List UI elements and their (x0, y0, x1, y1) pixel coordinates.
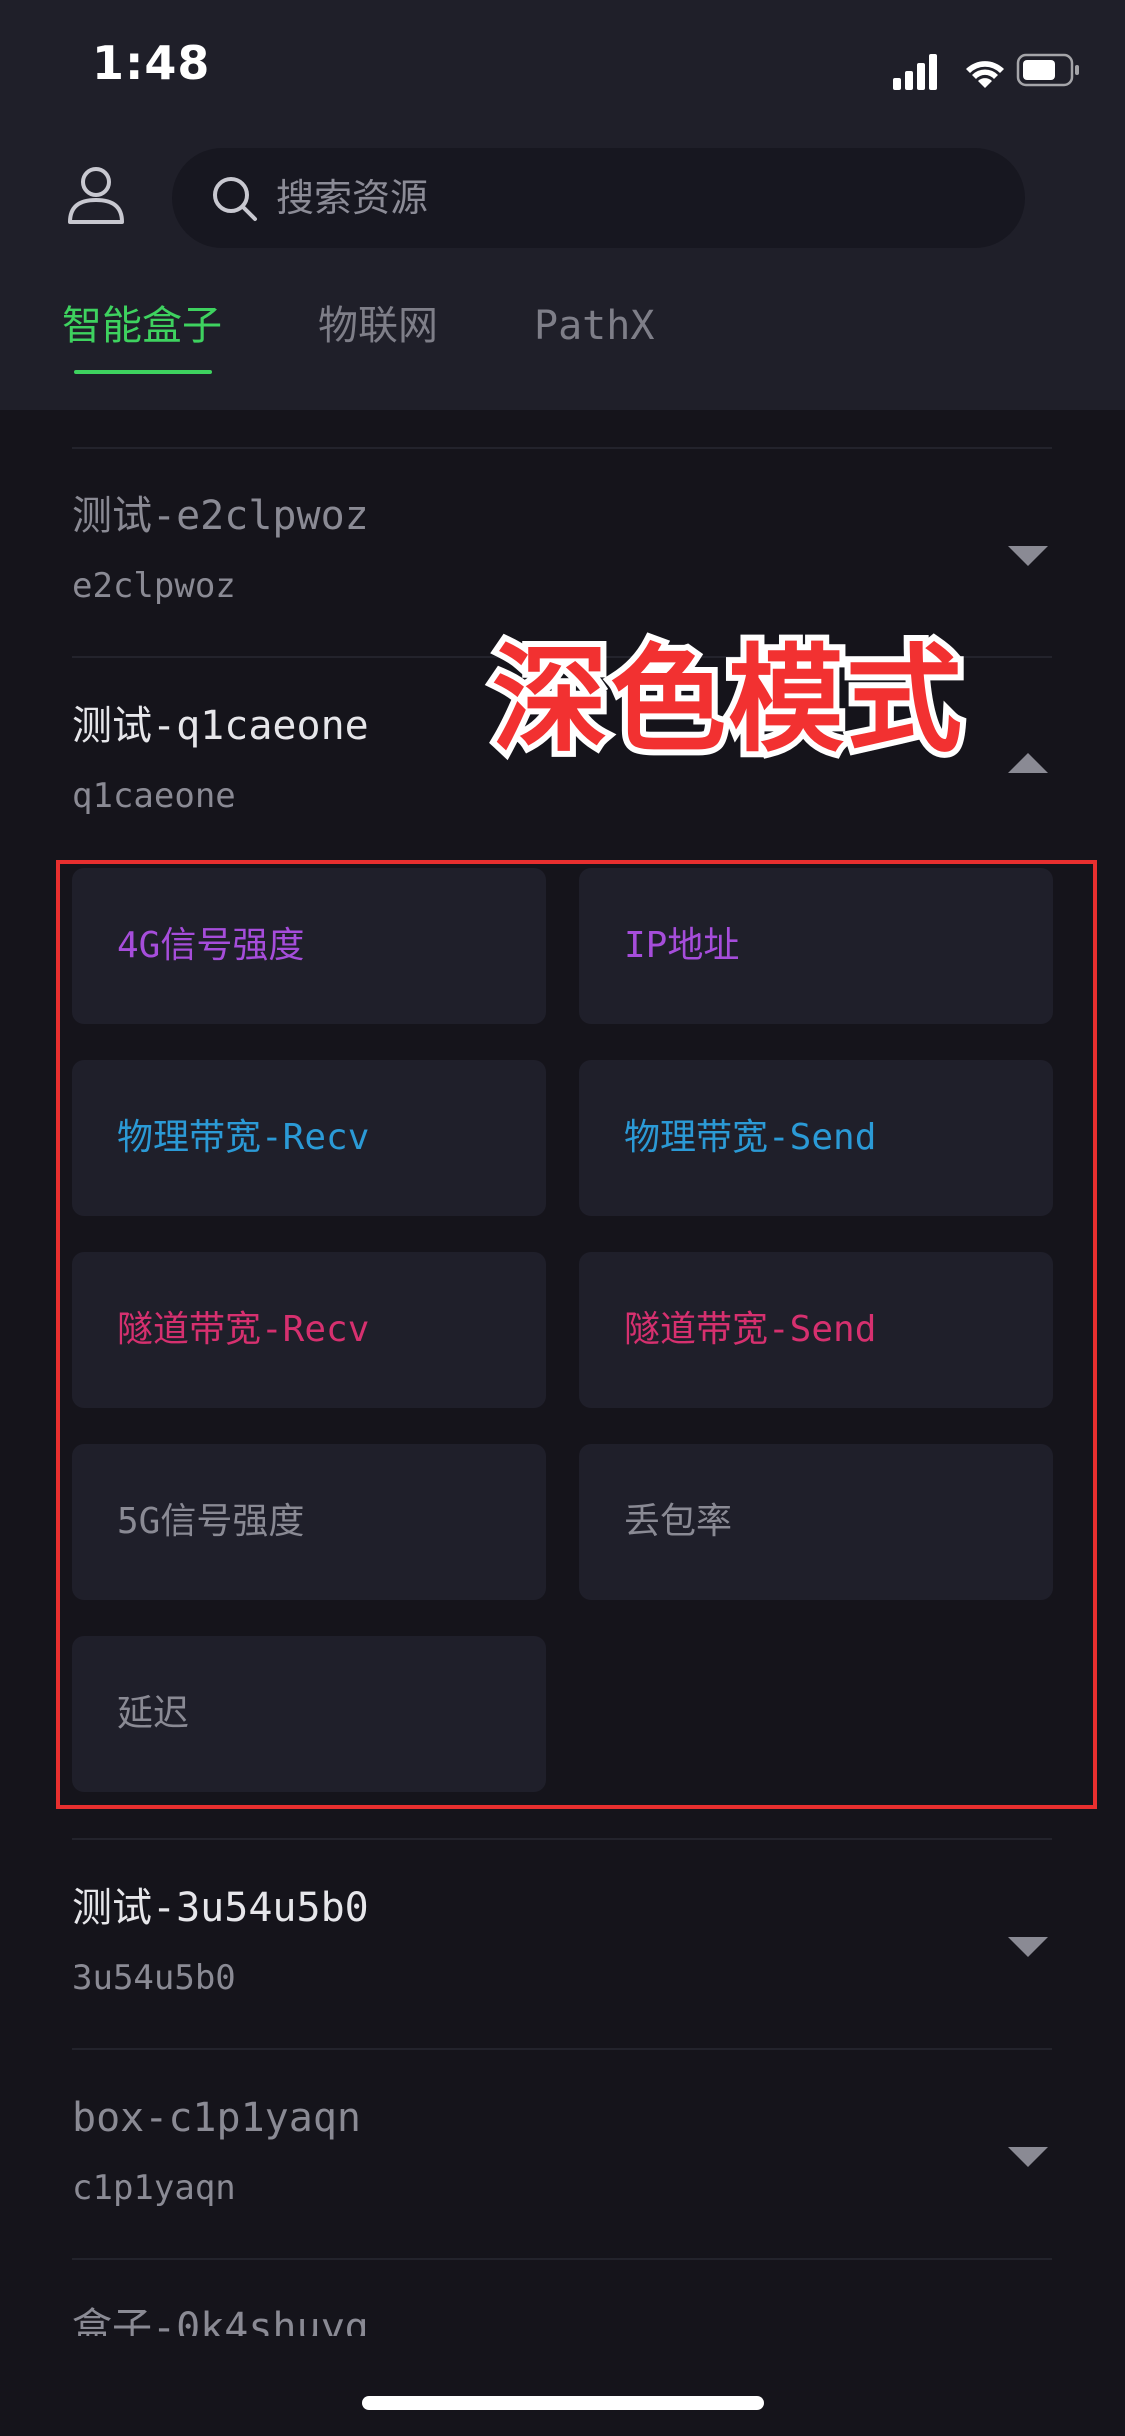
device-id: c1p1yaqn (72, 2168, 236, 2208)
list-divider (72, 2048, 1052, 2050)
annotation-label: 深色模式 (486, 630, 968, 772)
active-tab-indicator (74, 370, 212, 374)
wifi-icon (966, 61, 1004, 88)
search-input[interactable]: 搜索资源 (172, 148, 1025, 248)
chevron-down-icon[interactable] (1006, 544, 1050, 568)
search-placeholder: 搜索资源 (276, 176, 429, 220)
chevron-down-icon[interactable] (1006, 2145, 1050, 2169)
device-title: 测试-3u54u5b0 (72, 1885, 369, 1931)
device-title: 测试-q1caeone (72, 703, 369, 749)
signal-icon (893, 54, 937, 90)
list-divider (72, 1838, 1052, 1840)
device-id: 3u54u5b0 (72, 1958, 236, 1998)
chevron-up-icon[interactable] (1006, 751, 1050, 775)
list-divider (72, 2258, 1052, 2260)
tab-pathx[interactable]: PathX (534, 300, 654, 352)
search-icon (213, 177, 257, 221)
profile-icon[interactable] (62, 162, 130, 230)
chevron-down-icon[interactable] (1006, 1935, 1050, 1959)
device-title: 测试-e2clpwoz (72, 493, 369, 539)
status-icons (893, 53, 1079, 90)
bottom-safe-area (0, 2336, 1125, 2436)
list-divider (72, 447, 1052, 449)
status-time: 1:48 (92, 36, 211, 90)
device-title: box-c1p1yaqn (72, 2095, 361, 2141)
annotation-highlight-box (56, 860, 1097, 1809)
device-id: q1caeone (72, 776, 236, 816)
tab-smart-box[interactable]: 智能盒子 (62, 300, 222, 352)
device-id: e2clpwoz (72, 566, 236, 606)
home-indicator[interactable] (362, 2396, 764, 2410)
app-header: 1:48 搜索资源 智能盒子 物联网 PathX (0, 0, 1125, 410)
battery-icon (1016, 53, 1079, 87)
tab-iot[interactable]: 物联网 (318, 300, 438, 352)
